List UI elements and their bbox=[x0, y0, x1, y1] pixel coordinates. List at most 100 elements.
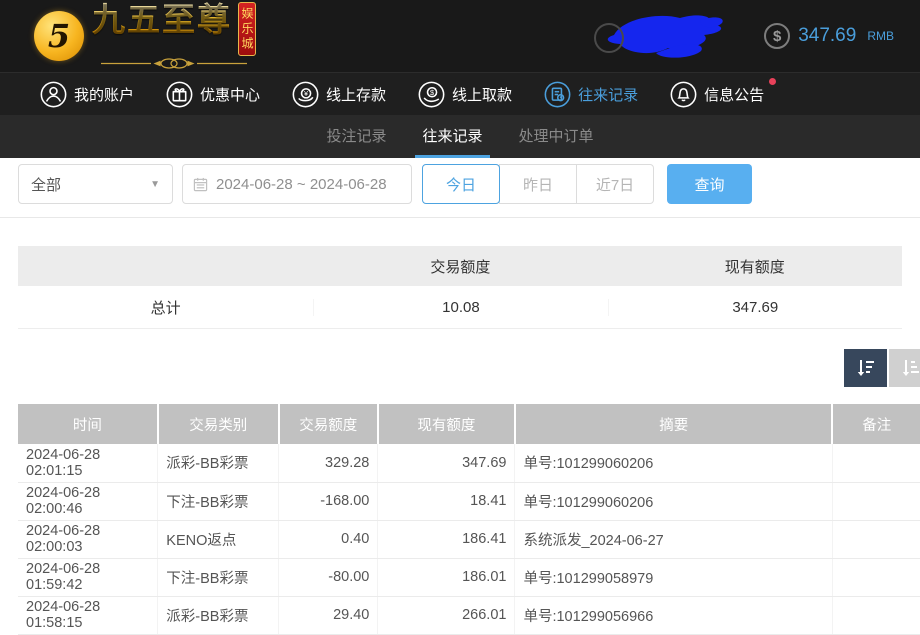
cell-trade-amount: -168.00 bbox=[279, 482, 378, 520]
cell-time: 2024-06-28 02:00:03 bbox=[18, 520, 158, 558]
col-header-note: 备注 bbox=[832, 404, 920, 444]
dollar-icon: $ bbox=[764, 23, 790, 49]
logo-title: 九五至尊 bbox=[92, 2, 232, 38]
nav-label: 线上存款 bbox=[326, 84, 386, 105]
sort-ascending-button[interactable] bbox=[889, 349, 920, 387]
cell-type: 下注-BB彩票 bbox=[158, 482, 279, 520]
nav-item-announcements[interactable]: 信息公告 bbox=[670, 81, 770, 108]
account-balance: $ 347.69 RMB bbox=[764, 23, 894, 49]
nav-item-transaction-records[interactable]: 往来记录 bbox=[544, 81, 644, 108]
cell-summary: 单号:101299060206 bbox=[515, 482, 833, 520]
nav-item-my-account[interactable]: 我的账户 bbox=[40, 81, 140, 108]
cell-time: 2024-06-28 02:01:15 bbox=[18, 444, 158, 482]
calendar-icon bbox=[193, 177, 208, 192]
logo-badge-icon: 5 bbox=[34, 11, 84, 61]
caret-down-icon: ▼ bbox=[150, 179, 160, 190]
cell-type: 下注-BB彩票 bbox=[158, 558, 279, 596]
col-header-time: 时间 bbox=[18, 404, 158, 444]
summary-header-row: 交易额度 现有额度 bbox=[18, 246, 902, 286]
cell-time: 2024-06-28 02:00:46 bbox=[18, 482, 158, 520]
cell-note bbox=[832, 558, 920, 596]
quick-date-group: 今日 昨日 近7日 bbox=[422, 164, 654, 204]
cell-summary: 单号:101299058979 bbox=[515, 558, 833, 596]
cell-trade-amount: 329.28 bbox=[279, 444, 378, 482]
redacted-username bbox=[600, 7, 750, 65]
table-header-row: 时间 交易类别 交易额度 现有额度 摘要 备注 bbox=[18, 404, 920, 444]
logo-subtitle: 娱乐城 bbox=[238, 2, 256, 56]
nav-item-promotions[interactable]: 优惠中心 bbox=[166, 81, 266, 108]
summary-table: 交易额度 现有额度 总计 10.08 347.69 bbox=[18, 246, 902, 329]
transaction-table: 时间 交易类别 交易额度 现有额度 摘要 备注 2024-06-28 02:01… bbox=[18, 404, 920, 635]
cell-current-amount: 266.01 bbox=[378, 596, 515, 634]
summary-header-current: 现有额度 bbox=[608, 256, 902, 277]
user-icon bbox=[40, 81, 67, 108]
col-header-summary: 摘要 bbox=[515, 404, 833, 444]
quick-btn-today[interactable]: 今日 bbox=[422, 164, 500, 204]
summary-total-row: 总计 10.08 347.69 bbox=[18, 286, 902, 329]
table-row: 2024-06-28 01:58:15 派彩-BB彩票 29.40 266.01… bbox=[18, 596, 920, 634]
cell-trade-amount: -80.00 bbox=[279, 558, 378, 596]
record-subtabs: 投注记录 往来记录 处理中订单 bbox=[0, 115, 920, 158]
table-row: 2024-06-28 01:59:42 下注-BB彩票 -80.00 186.0… bbox=[18, 558, 920, 596]
cell-current-amount: 186.41 bbox=[378, 520, 515, 558]
cell-summary: 单号:101299060206 bbox=[515, 444, 833, 482]
cell-current-amount: 347.69 bbox=[378, 444, 515, 482]
cell-type: 派彩-BB彩票 bbox=[158, 444, 279, 482]
table-row: 2024-06-28 02:01:15 派彩-BB彩票 329.28 347.6… bbox=[18, 444, 920, 482]
sort-desc-icon bbox=[855, 357, 877, 379]
top-header: 5 九五至尊 娱乐城 bbox=[0, 0, 920, 72]
quick-btn-yesterday[interactable]: 昨日 bbox=[499, 164, 577, 204]
withdraw-icon: $ bbox=[418, 81, 445, 108]
tab-pending-orders[interactable]: 处理中订单 bbox=[516, 115, 597, 158]
nav-item-online-withdrawal[interactable]: $ 线上取款 bbox=[418, 81, 518, 108]
sort-descending-button[interactable] bbox=[844, 349, 887, 387]
sort-asc-icon bbox=[900, 357, 920, 379]
nav-item-online-deposit[interactable]: ¥ 线上存款 bbox=[292, 81, 392, 108]
table-row: 2024-06-28 02:00:46 下注-BB彩票 -168.00 18.4… bbox=[18, 482, 920, 520]
query-button[interactable]: 查询 bbox=[667, 164, 752, 204]
cell-note bbox=[832, 520, 920, 558]
date-range-value: 2024-06-28 ~ 2024-06-28 bbox=[216, 176, 387, 193]
cell-summary: 单号:101299056966 bbox=[515, 596, 833, 634]
balance-currency: RMB bbox=[867, 29, 894, 43]
cell-time: 2024-06-28 01:59:42 bbox=[18, 558, 158, 596]
logo-flourish-icon bbox=[99, 57, 249, 70]
col-header-trade-amount: 交易额度 bbox=[279, 404, 378, 444]
notification-dot bbox=[769, 78, 776, 85]
site-logo[interactable]: 5 九五至尊 娱乐城 bbox=[34, 2, 256, 70]
nav-label: 往来记录 bbox=[578, 84, 638, 105]
nav-label: 线上取款 bbox=[452, 84, 512, 105]
cell-type: 派彩-BB彩票 bbox=[158, 596, 279, 634]
tab-transaction-records[interactable]: 往来记录 bbox=[419, 115, 485, 158]
cell-trade-amount: 29.40 bbox=[279, 596, 378, 634]
balance-amount: 347.69 bbox=[798, 25, 856, 47]
nav-label: 信息公告 bbox=[704, 84, 764, 105]
summary-total-label: 总计 bbox=[18, 297, 313, 318]
gift-icon bbox=[166, 81, 193, 108]
cell-current-amount: 18.41 bbox=[378, 482, 515, 520]
cell-note bbox=[832, 596, 920, 634]
summary-trade-total: 10.08 bbox=[313, 299, 607, 316]
svg-text:$: $ bbox=[430, 87, 434, 96]
quick-btn-last7days[interactable]: 近7日 bbox=[576, 164, 654, 204]
filter-bar: 全部 ▼ 2024-06-28 ~ 2024-06-28 今日 昨日 近7日 查… bbox=[18, 164, 902, 204]
deposit-icon: ¥ bbox=[292, 81, 319, 108]
cell-note bbox=[832, 482, 920, 520]
cell-summary: 系统派发_2024-06-27 bbox=[515, 520, 833, 558]
bell-icon bbox=[670, 81, 697, 108]
col-header-current-amount: 现有额度 bbox=[378, 404, 515, 444]
nav-label: 优惠中心 bbox=[200, 84, 260, 105]
nav-label: 我的账户 bbox=[74, 84, 134, 105]
cell-time: 2024-06-28 01:58:15 bbox=[18, 596, 158, 634]
date-range-input[interactable]: 2024-06-28 ~ 2024-06-28 bbox=[182, 164, 412, 204]
sort-controls bbox=[0, 349, 920, 387]
tab-betting-records[interactable]: 投注记录 bbox=[323, 115, 389, 158]
category-select[interactable]: 全部 ▼ bbox=[18, 164, 173, 204]
col-header-type: 交易类别 bbox=[158, 404, 279, 444]
cell-note bbox=[832, 444, 920, 482]
summary-current-total: 347.69 bbox=[608, 299, 902, 316]
section-divider bbox=[0, 217, 920, 218]
main-navigation: 我的账户 优惠中心 ¥ 线上存款 $ 线上取款 往来记录 bbox=[0, 72, 920, 115]
cell-trade-amount: 0.40 bbox=[279, 520, 378, 558]
category-select-value: 全部 bbox=[31, 174, 61, 195]
